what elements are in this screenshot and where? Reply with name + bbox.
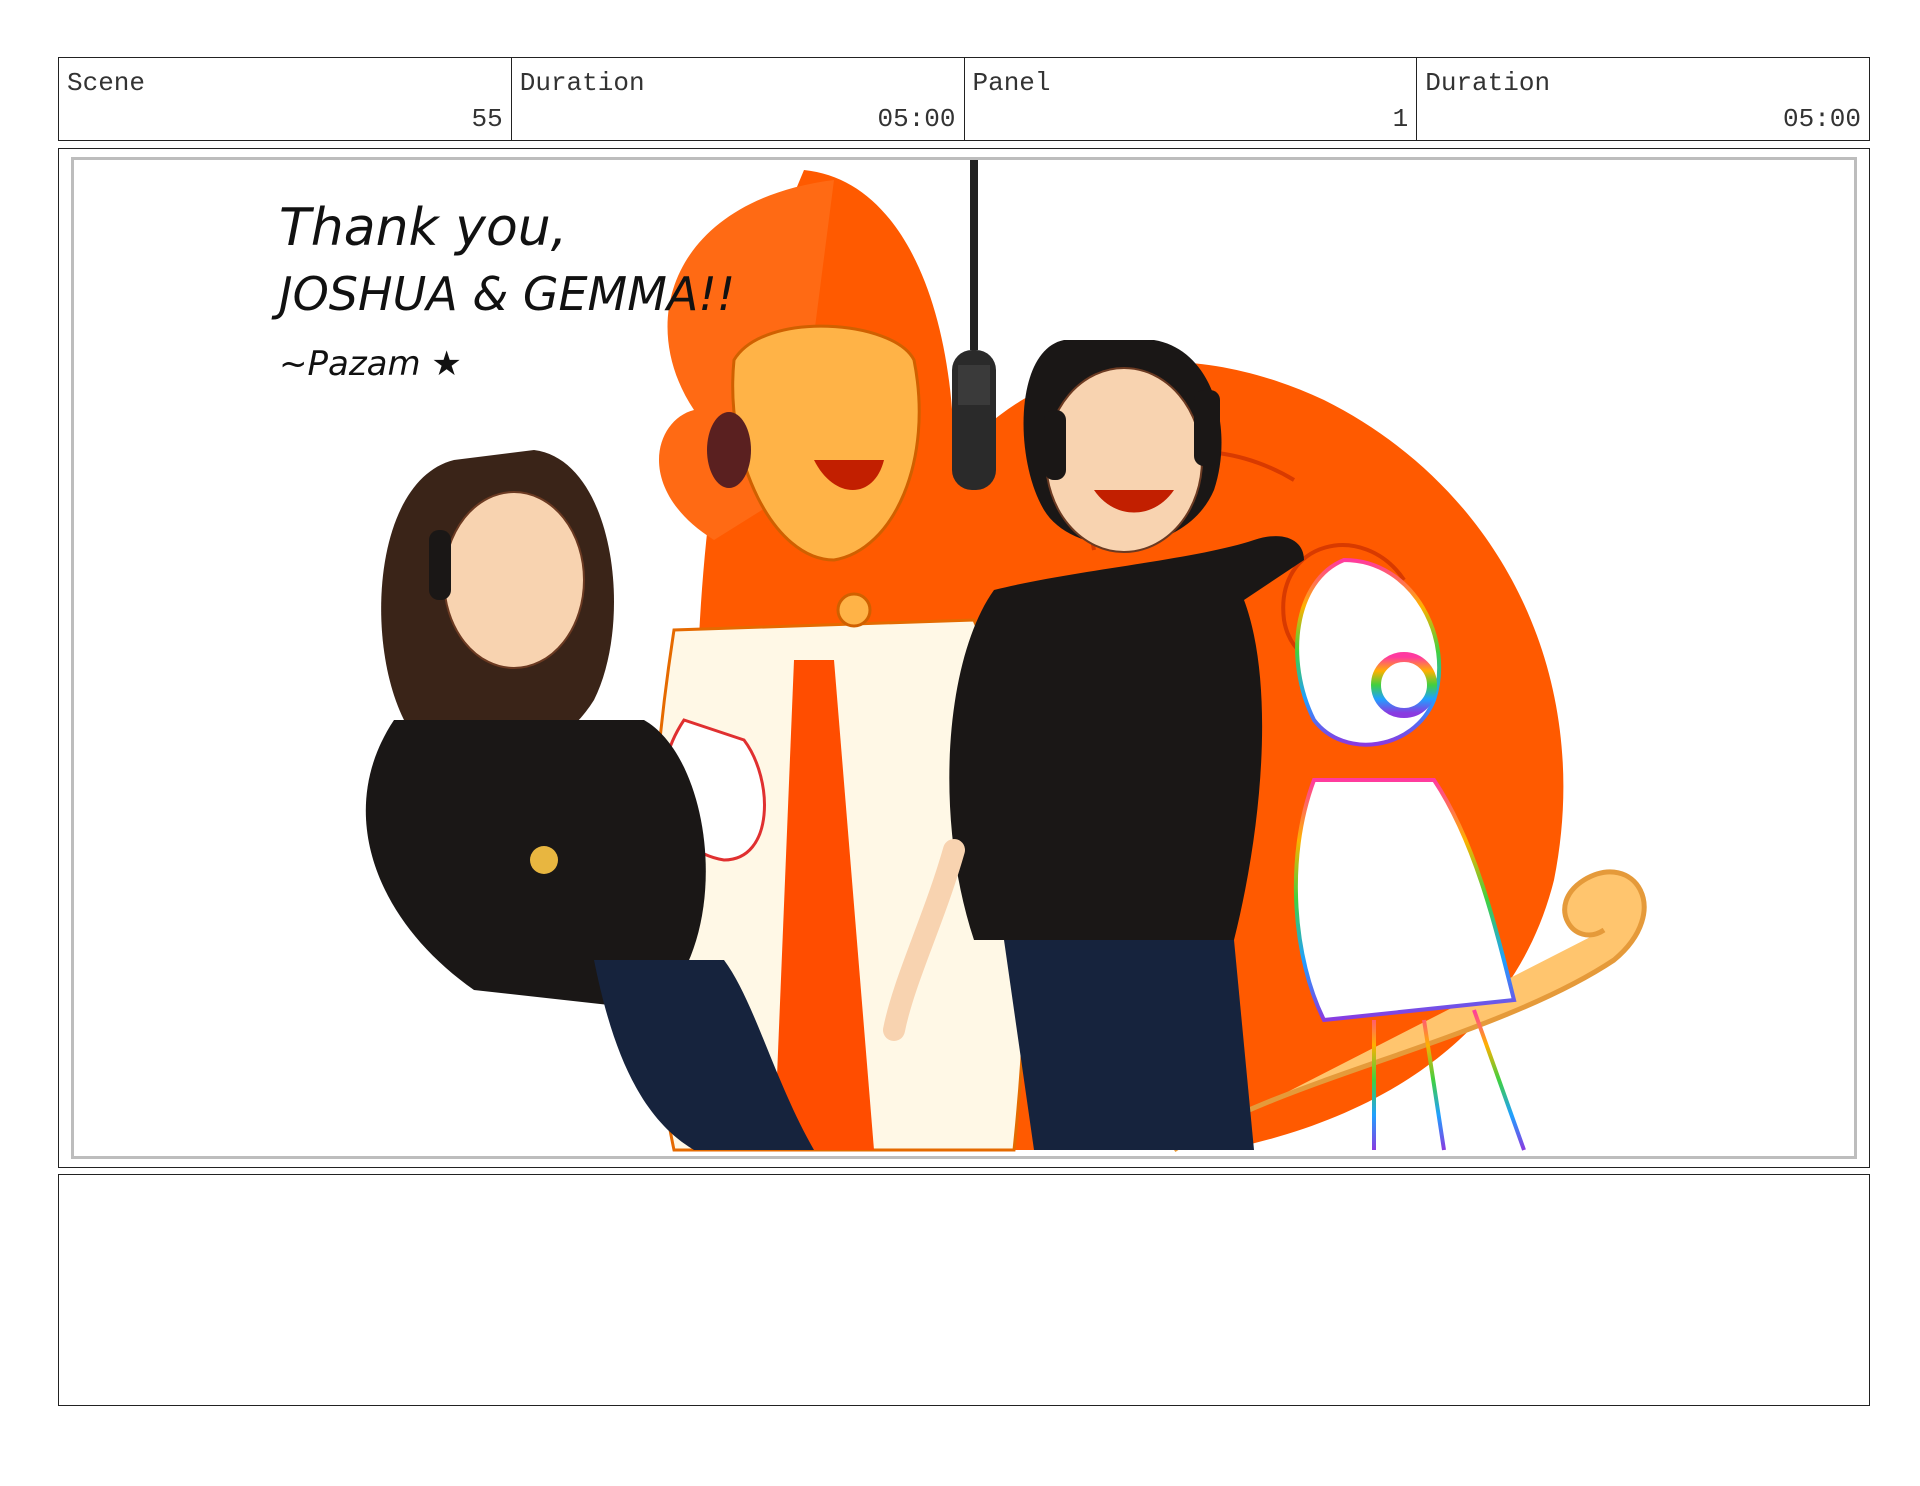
- scene-duration-label: Duration: [519, 68, 645, 98]
- scene-duration-value[interactable]: 05:00: [877, 104, 955, 134]
- panel-label: Panel: [972, 68, 1051, 98]
- scene-label: Scene: [67, 68, 146, 98]
- message-line-1: Thank you,: [279, 198, 567, 258]
- panel-duration-value[interactable]: 05:00: [1783, 104, 1861, 134]
- handwritten-message: Thank you, JOSHUA & GEMMA!! ~Pazam ★: [271, 198, 735, 384]
- panel-duration-cell: Duration 05:00: [1417, 58, 1869, 140]
- panel-notes-box[interactable]: [58, 1174, 1870, 1406]
- panel-cell: Panel 1: [965, 58, 1418, 140]
- storyboard-header: Scene 55 Duration 05:00 Panel 1 Duration…: [58, 57, 1870, 141]
- panel-artwork: Thank you, JOSHUA & GEMMA!! ~Pazam ★: [271, 160, 1647, 1153]
- scene-duration-cell: Duration 05:00: [512, 58, 965, 140]
- scene-value[interactable]: 55: [472, 104, 503, 134]
- panel-value[interactable]: 1: [1393, 104, 1409, 134]
- message-line-2: JOSHUA & GEMMA!!: [271, 267, 735, 321]
- signature: ~Pazam ★: [279, 344, 462, 384]
- microphone: [952, 160, 996, 490]
- storyboard-panel[interactable]: Thank you, JOSHUA & GEMMA!! ~Pazam ★: [58, 148, 1870, 1168]
- scene-cell: Scene 55: [59, 58, 512, 140]
- panel-frame: Thank you, JOSHUA & GEMMA!! ~Pazam ★: [71, 157, 1857, 1159]
- panel-duration-label: Duration: [1425, 68, 1551, 98]
